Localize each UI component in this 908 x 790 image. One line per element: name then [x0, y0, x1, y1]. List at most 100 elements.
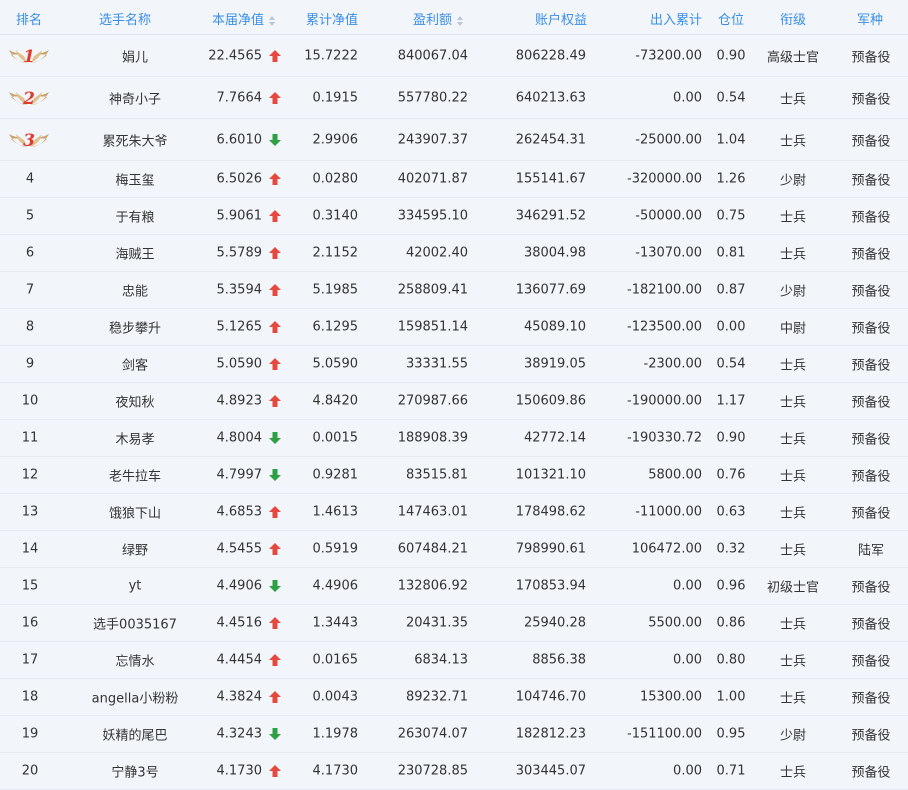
- nav-cumulative: 0.9281: [312, 467, 359, 483]
- account-equity: 346291.52: [515, 208, 586, 224]
- sort-icon[interactable]: [269, 15, 276, 26]
- in-out-total: -11000.00: [635, 504, 702, 520]
- table-row[interactable]: 9 剑客 5.0590 5.0590 33331.55 38919.05 -2300.00 0…: [0, 346, 908, 383]
- arrow-up-icon: [268, 49, 282, 63]
- service-branch: 预备役: [851, 284, 891, 300]
- military-rank: 初级士官: [766, 580, 819, 596]
- profit: 607484.21: [397, 541, 468, 557]
- profit: 270987.66: [397, 393, 468, 409]
- service-branch: 预备役: [851, 506, 891, 522]
- arrow-up-icon: [268, 690, 282, 704]
- player-name[interactable]: 于有粮: [60, 207, 210, 226]
- profit: 6834.13: [414, 652, 468, 668]
- table-row[interactable]: 8 稳步攀升 5.1265 6.1295 159851.14 45089.10 -12350…: [0, 309, 908, 346]
- player-name[interactable]: 剑客: [60, 355, 210, 374]
- nav-cumulative: 0.3140: [312, 208, 359, 224]
- arrow-down-icon: [268, 431, 282, 445]
- table-row[interactable]: 5 于有粮 5.9061 0.3140 334595.10 346291.52 -50000…: [0, 198, 908, 235]
- nav-cumulative: 1.3443: [312, 615, 359, 631]
- table-row[interactable]: 2 神奇小子 7.7664 0.1915 557780.22 640213.63 0.00 0…: [0, 77, 908, 119]
- table-row[interactable]: 7 忠能 5.3594 5.1985 258809.41 136077.69 -182100…: [0, 272, 908, 309]
- player-name[interactable]: 饿狼下山: [60, 503, 210, 522]
- service-branch: 预备役: [851, 728, 891, 744]
- in-out-total: -320000.00: [627, 171, 702, 187]
- table-row[interactable]: 16 选手0035167 4.4516 1.3443 20431.35 25940.28 5…: [0, 605, 908, 642]
- player-name[interactable]: 选手0035167: [60, 614, 210, 633]
- rank-number: 10: [21, 393, 39, 409]
- service-branch: 陆军: [857, 543, 884, 559]
- account-equity: 303445.07: [515, 763, 586, 779]
- table-row[interactable]: 19 妖精的尾巴 4.3243 1.1978 263074.07 182812.23 -15…: [0, 716, 908, 753]
- in-out-total: -2300.00: [643, 356, 702, 372]
- player-name[interactable]: 木易孝: [60, 429, 210, 448]
- table-row[interactable]: 15 yt 4.4906 4.4906 132806.92 170853.94 0.00 0.…: [0, 568, 908, 605]
- nav-current: 4.8923: [216, 393, 263, 409]
- nav-current: 22.4565: [208, 48, 262, 63]
- player-name[interactable]: yt: [60, 579, 210, 594]
- player-name[interactable]: 梅玉玺: [60, 170, 210, 189]
- profit: 33331.55: [405, 356, 468, 372]
- player-name[interactable]: 老牛拉车: [60, 466, 210, 485]
- service-branch: 预备役: [851, 654, 891, 670]
- player-name[interactable]: 娟儿: [60, 46, 210, 65]
- in-out-total: 0.00: [673, 90, 702, 105]
- account-equity: 182812.23: [515, 726, 586, 742]
- rank-number: 9: [25, 356, 35, 372]
- header-rank: 排名: [16, 13, 43, 28]
- player-name[interactable]: 忘情水: [60, 651, 210, 670]
- account-equity: 150609.86: [515, 393, 586, 409]
- nav-current: 6.6010: [216, 132, 263, 147]
- profit: 263074.07: [397, 726, 468, 742]
- account-equity: 262454.31: [515, 132, 586, 147]
- player-name[interactable]: 宁静3号: [60, 762, 210, 781]
- nav-cumulative: 4.4906: [312, 578, 359, 594]
- player-name[interactable]: 忠能: [60, 281, 210, 300]
- position-ratio: 0.71: [716, 763, 746, 779]
- nav-cumulative: 4.1730: [312, 763, 359, 779]
- position-ratio: 1.26: [716, 171, 746, 187]
- table-row[interactable]: 12 老牛拉车 4.7997 0.9281 83515.81 101321.10 5800.…: [0, 457, 908, 494]
- player-name[interactable]: 稳步攀升: [60, 318, 210, 337]
- nav-current: 7.7664: [216, 90, 263, 105]
- position-ratio: 1.00: [716, 689, 746, 705]
- player-name[interactable]: 累死朱大爷: [60, 130, 210, 149]
- player-name[interactable]: 海贼王: [60, 244, 210, 263]
- header-equity: 账户权益: [535, 13, 588, 28]
- header-profit[interactable]: 盈利额: [413, 9, 464, 28]
- service-branch: 预备役: [851, 580, 891, 596]
- table-row[interactable]: 10 夜知秋 4.8923 4.8420 270987.66 150609.86 -1900…: [0, 383, 908, 420]
- position-ratio: 0.90: [716, 430, 746, 446]
- header-name: 选手名称: [99, 13, 152, 28]
- table-row[interactable]: 1 娟儿 22.4565 15.7222 840067.04 806228.49 -7320…: [0, 35, 908, 77]
- position-ratio: 0.76: [716, 467, 746, 483]
- profit: 132806.92: [397, 578, 468, 594]
- player-name[interactable]: 绿野: [60, 540, 210, 559]
- position-ratio: 0.32: [716, 541, 746, 557]
- player-name[interactable]: 夜知秋: [60, 392, 210, 411]
- table-row[interactable]: 18 angella小粉粉 4.3824 0.0043 89232.71 104746.7…: [0, 679, 908, 716]
- military-rank: 士兵: [779, 654, 806, 670]
- rank-number: 5: [25, 208, 35, 224]
- position-ratio: 0.95: [716, 726, 746, 742]
- profit: 159851.14: [397, 319, 468, 335]
- position-ratio: 0.80: [716, 652, 746, 668]
- table-row[interactable]: 11 木易孝 4.8004 0.0015 188908.39 42772.14 -19033…: [0, 420, 908, 457]
- player-name[interactable]: 妖精的尾巴: [60, 725, 210, 744]
- sort-icon[interactable]: [457, 15, 464, 26]
- player-name[interactable]: angella小粉粉: [60, 688, 210, 707]
- table-row[interactable]: 3 累死朱大爷 6.6010 2.9906 243907.37 262454.31 -250…: [0, 119, 908, 161]
- service-branch: 预备役: [851, 395, 891, 411]
- rank-number: 13: [21, 504, 39, 520]
- nav-cumulative: 4.8420: [312, 393, 359, 409]
- nav-cumulative: 2.9906: [312, 132, 359, 147]
- table-row[interactable]: 6 海贼王 5.5789 2.1152 42002.40 38004.98 -13070.0…: [0, 235, 908, 272]
- nav-current: 5.1265: [216, 319, 263, 335]
- header-nav-current[interactable]: 本届净值: [212, 9, 276, 28]
- table-row[interactable]: 14 绿野 4.5455 0.5919 607484.21 798990.61 106472…: [0, 531, 908, 568]
- position-ratio: 0.75: [716, 208, 746, 224]
- table-row[interactable]: 13 饿狼下山 4.6853 1.4613 147463.01 178498.62 -110…: [0, 494, 908, 531]
- table-row[interactable]: 17 忘情水 4.4454 0.0165 6834.13 8856.38 0.00 0.80 士…: [0, 642, 908, 679]
- table-row[interactable]: 4 梅玉玺 6.5026 0.0280 402071.87 155141.67 -32000…: [0, 161, 908, 198]
- player-name[interactable]: 神奇小子: [60, 88, 210, 107]
- service-branch: 预备役: [851, 92, 891, 107]
